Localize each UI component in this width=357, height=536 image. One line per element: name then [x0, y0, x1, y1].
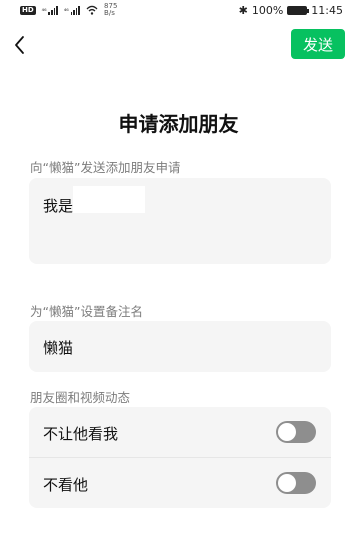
battery-percent: 100%: [251, 4, 284, 17]
request-label: 向“懒猫”发送添加朋友申请: [30, 160, 181, 175]
bluetooth-icon: ✱: [238, 4, 248, 17]
signal-icon-2: ⁴⁶: [63, 5, 81, 15]
hd-badge: HD: [20, 5, 36, 15]
request-message-field[interactable]: 我是: [29, 178, 331, 264]
remark-name-field[interactable]: 懒猫: [29, 321, 331, 372]
hide-my-moments-label: 不让他看我: [43, 425, 119, 443]
remark-label: 为“懒猫”设置备注名: [30, 304, 143, 319]
moments-settings-card: 不让他看我 不看他: [29, 407, 331, 508]
request-message-text: 我是: [43, 197, 74, 215]
network-speed: 875 B/s: [104, 3, 117, 17]
hide-his-moments-row[interactable]: 不看他: [29, 458, 331, 508]
status-time: 11:45: [311, 4, 343, 17]
status-right: ✱ 100% 11:45: [239, 4, 343, 17]
page-title: 申请添加朋友: [118, 112, 239, 136]
network-type-label: ⁴⁶: [41, 7, 47, 15]
network-type-label-2: ⁴⁶: [63, 7, 69, 15]
wifi-icon: [86, 5, 98, 15]
battery-fill: [288, 7, 307, 14]
hide-his-moments-toggle[interactable]: [276, 472, 316, 494]
moments-label: 朋友圈和视频动态: [30, 390, 131, 405]
hide-his-moments-label: 不看他: [43, 476, 89, 494]
remark-name-text: 懒猫: [43, 339, 74, 357]
redacted-name: [73, 186, 145, 213]
battery-icon: [287, 6, 310, 15]
signal-icon: ⁴⁶: [41, 5, 58, 15]
status-bar: HD ⁴⁶ ⁴⁶ 875 B/s ✱ 100% 11:45: [0, 0, 357, 24]
toggle-knob: [278, 423, 296, 441]
send-button[interactable]: 发送: [291, 29, 345, 59]
back-button[interactable]: [8, 32, 34, 58]
status-left: HD ⁴⁶ ⁴⁶ 875 B/s: [20, 3, 117, 17]
hide-my-moments-toggle[interactable]: [276, 421, 316, 443]
network-speed-unit: B/s: [104, 9, 115, 17]
toggle-knob: [278, 474, 296, 492]
back-arrow-icon: [15, 36, 24, 54]
hide-my-moments-row[interactable]: 不让他看我: [29, 407, 331, 457]
